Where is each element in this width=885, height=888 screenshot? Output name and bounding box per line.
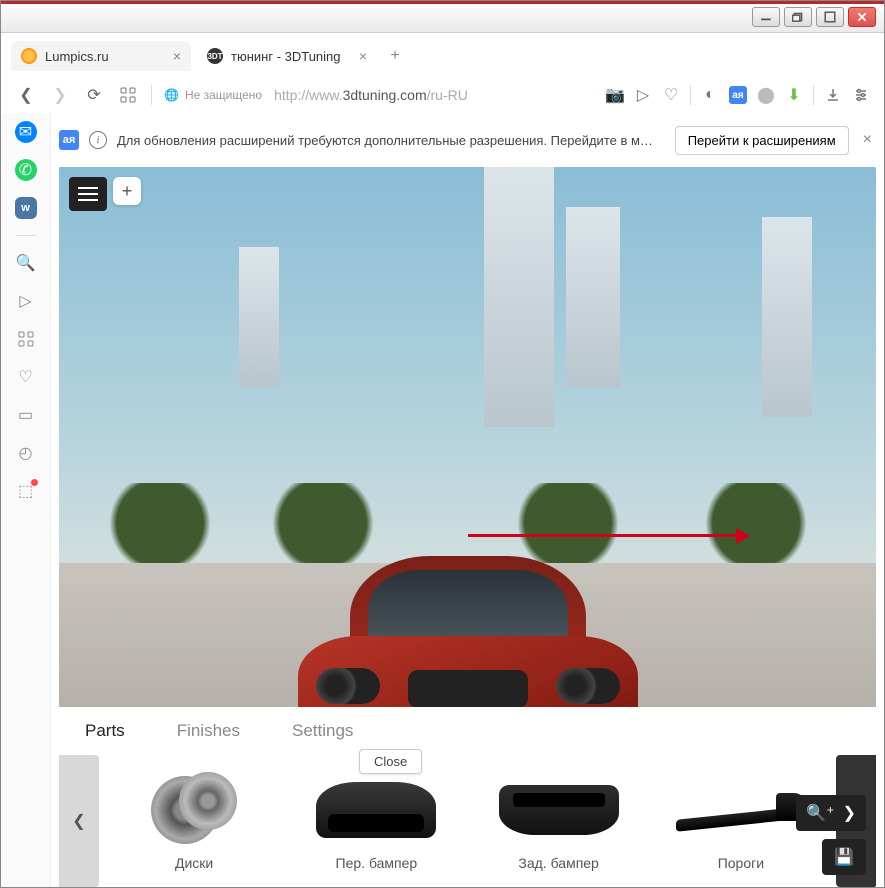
notification-bar: aя i Для обновления расширений требуются… [59,121,876,159]
chevron-right-icon: ❯ [843,803,856,823]
browser-chrome: Lumpics.ru × 3DT тюнинг - 3DTuning × + ❮… [1,33,884,113]
close-panel-button[interactable]: Close [359,749,422,774]
add-view-button[interactable]: + [113,177,141,205]
speed-dial-icon[interactable] [15,328,37,350]
zoom-control[interactable]: 🔍⁺ ❯ [796,795,866,831]
part-wheels[interactable]: Диски [103,771,285,871]
window-max-button[interactable] [816,7,844,27]
tab-close-icon[interactable]: × [173,48,181,64]
save-button[interactable]: 💾 [822,839,866,875]
extensions-cube-icon[interactable]: ⬚ [15,480,37,502]
menu-button[interactable] [69,177,107,211]
url-display[interactable]: http://www.3dtuning.com/ru-RU [274,87,468,103]
heart-icon[interactable]: ♡ [662,86,680,104]
url-prefix: http://www. [274,87,342,103]
separator [16,235,36,236]
tab-3dtuning[interactable]: 3DT тюнинг - 3DTuning × [197,41,377,71]
info-icon: i [89,131,107,149]
bottom-panel: Parts Finishes Settings Close ❮ Диски [59,707,876,887]
address-bar: ❮ ❯ ⟳ 🌐 Не защищено http://www.3dtuning.… [11,77,874,113]
body-area: ✉ ✆ w 🔍 ▷ ♡ ▭ ◴ ⬚ aя i Для обновления ра… [1,113,884,887]
window-restore-button[interactable] [784,7,812,27]
tree-icon [263,483,383,563]
tree-icon [508,483,628,563]
drag-arrow-annotation [468,534,748,537]
vk-icon[interactable]: w [15,197,37,219]
extension-icon[interactable]: ◐ [701,86,719,104]
translate-badge-icon: aя [59,130,79,150]
news-icon[interactable]: ▭ [15,404,37,426]
tab-parts[interactable]: Parts [59,707,151,755]
part-label: Зад. бампер [518,855,598,871]
adblock-icon[interactable]: ⬤ [757,86,775,104]
history-icon[interactable]: ◴ [15,442,37,464]
easy-setup-icon[interactable] [852,86,870,104]
wheels-thumb [129,771,259,849]
separator [690,85,691,105]
window-close-button[interactable] [848,7,876,27]
front-bumper-thumb [311,771,441,849]
notification-close-icon[interactable]: × [863,131,872,149]
part-label: Диски [175,855,213,871]
separator [813,85,814,105]
bookmarks-icon[interactable]: ♡ [15,366,37,388]
page-content: aя i Для обновления расширений требуются… [51,113,884,887]
browser-sidebar: ✉ ✆ w 🔍 ▷ ♡ ▭ ◴ ⬚ [1,113,51,887]
tab-finishes[interactable]: Finishes [151,707,266,755]
bottom-tabs: Parts Finishes Settings Close [59,707,876,755]
new-tab-button[interactable]: + [383,44,407,68]
part-rear-bumper[interactable]: Зад. бампер [468,771,650,871]
window-min-button[interactable] [752,7,780,27]
speed-dial-button[interactable] [117,84,139,106]
screenshot-icon[interactable]: 📷 [606,86,624,104]
tab-settings[interactable]: Settings [266,707,379,755]
back-button[interactable]: ❮ [15,84,37,106]
building-icon [762,217,812,417]
overlay-tab-strip: + [113,177,141,205]
reload-button[interactable]: ⟳ [83,84,105,106]
globe-icon: 🌐 [164,88,179,102]
savefrom-icon[interactable]: ⬇ [785,86,803,104]
translate-icon[interactable]: aя [729,86,747,104]
tab-title: тюнинг - 3DTuning [231,49,341,64]
window-titlebar [1,1,884,33]
part-label: Пороги [718,855,764,871]
tab-lumpics[interactable]: Lumpics.ru × [11,41,191,71]
zoom-in-icon: 🔍⁺ [806,803,834,823]
building-icon [566,207,620,387]
parts-carousel: ❮ Диски Пер. бампер Зад. б [59,755,876,887]
goto-extensions-button[interactable]: Перейти к расширениям [675,126,849,155]
tab-title: Lumpics.ru [45,49,109,64]
app-window: Lumpics.ru × 3DT тюнинг - 3DTuning × + ❮… [0,0,885,888]
skirts-thumb [676,771,806,849]
search-icon[interactable]: 🔍 [15,252,37,274]
tab-close-icon[interactable]: × [359,48,367,64]
messenger-icon[interactable]: ✉ [15,121,37,143]
tree-icon [100,483,220,563]
downloads-icon[interactable] [824,86,842,104]
carousel-prev-button[interactable]: ❮ [59,755,99,887]
part-front-bumper[interactable]: Пер. бампер [285,771,467,871]
flow-icon[interactable]: ▷ [15,290,37,312]
car-viewer[interactable]: + 🔍⁺ ❯ 💾 Parts Finishes Settings [59,167,876,887]
notification-text: Для обновления расширений требуются допо… [117,133,665,148]
favicon-icon [21,48,37,64]
send-icon[interactable]: ▷ [634,86,652,104]
url-path: /ru-RU [427,87,468,103]
favicon-icon: 3DT [207,48,223,64]
security-indicator[interactable]: 🌐 Не защищено [164,88,262,102]
part-label: Пер. бампер [336,855,418,871]
save-icon: 💾 [834,847,854,867]
forward-button[interactable]: ❯ [49,84,71,106]
security-label: Не защищено [185,88,262,102]
building-icon [239,247,279,387]
rear-bumper-thumb [494,771,624,849]
separator [151,85,152,105]
tree-icon [696,483,816,563]
url-host: 3dtuning.com [343,87,427,103]
building-icon [484,167,554,427]
tab-strip: Lumpics.ru × 3DT тюнинг - 3DTuning × + [11,41,874,71]
whatsapp-icon[interactable]: ✆ [15,159,37,181]
